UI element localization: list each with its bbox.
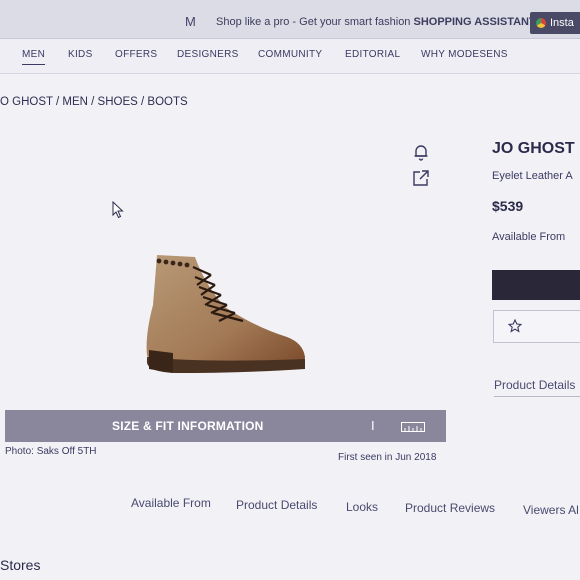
nav-item-men[interactable]: MEN	[22, 49, 46, 65]
tab-product-details[interactable]: Product Details	[236, 498, 317, 512]
photo-credit: Photo: Saks Off 5TH	[5, 446, 97, 457]
breadcrumb[interactable]: O GHOST / MEN / SHOES / BOOTS	[0, 96, 188, 108]
ruler-icon	[401, 422, 425, 432]
product-brand[interactable]: JO GHOST	[492, 140, 575, 158]
nav-item-kids[interactable]: KIDS	[68, 49, 93, 60]
nav-item-designers[interactable]: DESIGNERS	[177, 49, 239, 60]
nav-item-community[interactable]: COMMUNITY	[258, 49, 322, 60]
stores-heading: Stores	[0, 557, 41, 573]
promo-text-bold: SHOPPING ASSISTANT	[413, 16, 536, 28]
size-bar-separator: I	[371, 418, 375, 433]
promo-text-regular: Shop like a pro - Get your smart fashion	[216, 16, 414, 28]
buy-button[interactable]	[492, 270, 580, 300]
product-name: Eyelet Leather A	[492, 170, 573, 182]
tab-product-reviews[interactable]: Product Reviews	[405, 501, 495, 515]
promo-bar: M Shop like a pro - Get your smart fashi…	[0, 0, 580, 39]
nav-item-why-modesens[interactable]: WHY MODESENS	[421, 49, 508, 60]
nav-item-editorial[interactable]: EDITORIAL	[345, 49, 400, 60]
wishlist-button[interactable]	[493, 310, 580, 343]
product-details-link[interactable]: Product Details	[494, 378, 580, 397]
chrome-icon	[536, 18, 546, 28]
modesens-logo[interactable]: M	[185, 14, 196, 29]
tab-viewers-also[interactable]: Viewers Al	[523, 503, 579, 517]
boot-image	[146, 255, 305, 373]
cursor-icon	[112, 201, 124, 219]
install-button[interactable]: Insta	[530, 12, 580, 34]
product-price: $539	[492, 198, 524, 214]
size-fit-label: SIZE & FIT INFORMATION	[112, 419, 264, 433]
main-nav: MEN KIDS OFFERS DESIGNERS COMMUNITY EDIT…	[0, 39, 580, 74]
size-fit-bar[interactable]: SIZE & FIT INFORMATION I	[5, 410, 446, 442]
tab-looks[interactable]: Looks	[346, 500, 378, 514]
promo-text[interactable]: Shop like a pro - Get your smart fashion…	[216, 16, 536, 28]
install-button-label: Insta	[550, 17, 574, 29]
available-from-label: Available From	[492, 231, 566, 243]
tab-available-from[interactable]: Available From	[131, 496, 211, 510]
nav-item-offers[interactable]: OFFERS	[115, 49, 157, 60]
first-seen-date: First seen in Jun 2018	[338, 452, 437, 463]
star-icon	[508, 319, 522, 333]
